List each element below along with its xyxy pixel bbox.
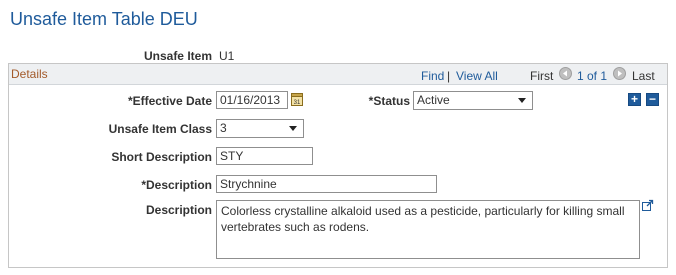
description-textarea[interactable]: Colorless crystalline alkaloid used as a… <box>216 200 640 259</box>
status-select[interactable]: Active <box>413 91 533 110</box>
dropdown-arrow-icon <box>518 98 526 103</box>
next-arrow-icon[interactable] <box>613 67 626 80</box>
expand-icon[interactable] <box>641 199 654 212</box>
effective-date-label: *Effective Date <box>127 94 212 108</box>
page-range: 1 of 1 <box>577 69 608 83</box>
details-title: Details <box>11 67 48 81</box>
view-all-link[interactable]: View All <box>456 69 498 83</box>
short-description-label: Short Description <box>111 150 212 164</box>
description-long-label: Description <box>145 203 212 217</box>
add-row-button[interactable]: + <box>628 93 641 106</box>
unsafe-item-class-select[interactable]: 3 <box>216 119 304 138</box>
unsafe-item-class-value: 3 <box>220 121 227 135</box>
prev-arrow-icon[interactable] <box>559 67 572 80</box>
page-title: Unsafe Item Table DEU <box>10 9 198 29</box>
description-input[interactable]: Strychnine <box>216 175 437 193</box>
unsafe-item-value: U1 <box>219 49 235 63</box>
last-label[interactable]: Last <box>632 69 655 83</box>
unsafe-item-class-label: Unsafe Item Class <box>108 122 212 136</box>
svg-text:31: 31 <box>294 100 301 106</box>
effective-date-input[interactable]: 01/16/2013 <box>216 91 288 109</box>
delete-row-button[interactable]: − <box>646 93 659 106</box>
unsafe-item-label: Unsafe Item <box>143 49 212 63</box>
dropdown-arrow-icon <box>289 126 297 131</box>
calendar-icon[interactable]: 31 <box>291 92 303 106</box>
find-link[interactable]: Find <box>421 69 444 83</box>
nav-separator: | <box>447 69 451 83</box>
short-description-input[interactable]: STY <box>216 147 313 165</box>
status-value: Active <box>417 93 450 107</box>
description-required-label: *Description <box>141 178 212 192</box>
status-label: *Status <box>368 94 410 108</box>
first-label[interactable]: First <box>530 69 553 83</box>
